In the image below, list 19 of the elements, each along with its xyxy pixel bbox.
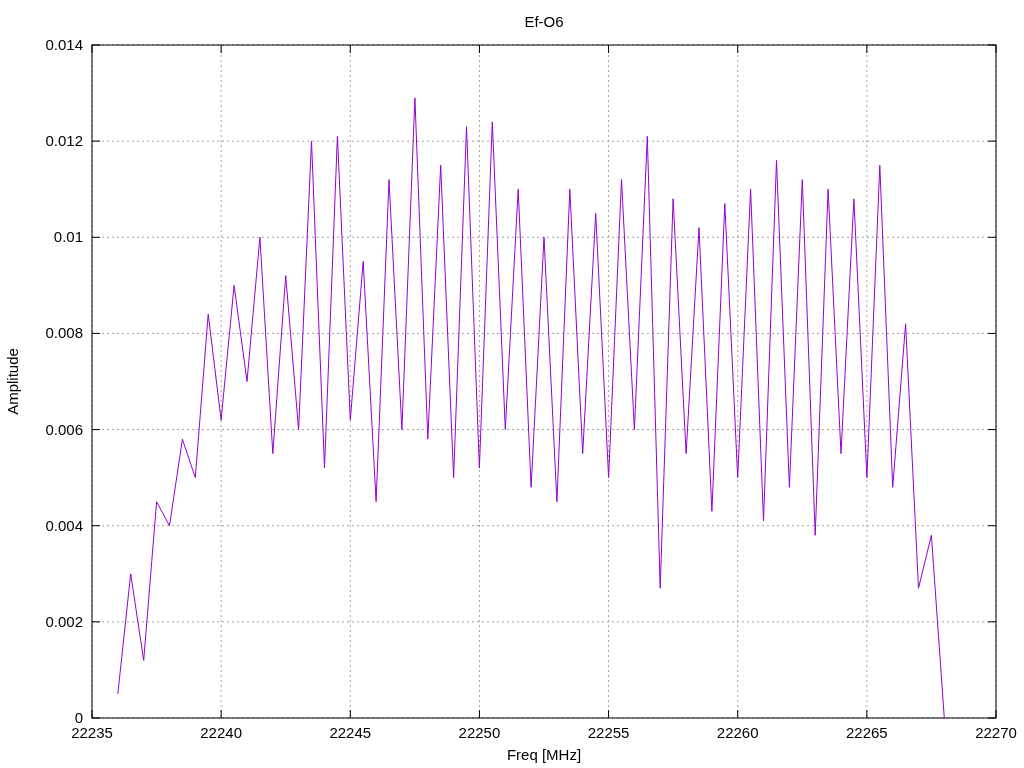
y-tick-label: 0.012 xyxy=(45,132,83,150)
x-tick-label: 22240 xyxy=(200,724,242,741)
x-tick-label: 22270 xyxy=(975,724,1017,741)
x-tick-label: 22255 xyxy=(587,724,630,741)
x-tick-label: 22245 xyxy=(329,724,372,741)
x-tick-label: 22260 xyxy=(716,724,759,741)
y-tick-label: 0.008 xyxy=(45,324,83,342)
x-tick-label: 22265 xyxy=(846,724,888,741)
x-axis-label: Freq [MHz] xyxy=(506,746,582,763)
x-tick-label: 22250 xyxy=(458,724,501,741)
y-axis-label: Amplitude xyxy=(4,348,21,415)
x-tick-label: 22235 xyxy=(71,724,113,741)
y-tick-label: 0.006 xyxy=(45,420,83,438)
y-tick-label: 0 xyxy=(74,709,83,726)
y-tick-label: 0.002 xyxy=(45,612,83,630)
y-tick-label: 0.014 xyxy=(45,36,83,53)
y-tick-label: 0.01 xyxy=(53,228,83,246)
chart-title: Ef-O6 xyxy=(524,13,564,30)
y-tick-label: 0.004 xyxy=(45,516,83,534)
